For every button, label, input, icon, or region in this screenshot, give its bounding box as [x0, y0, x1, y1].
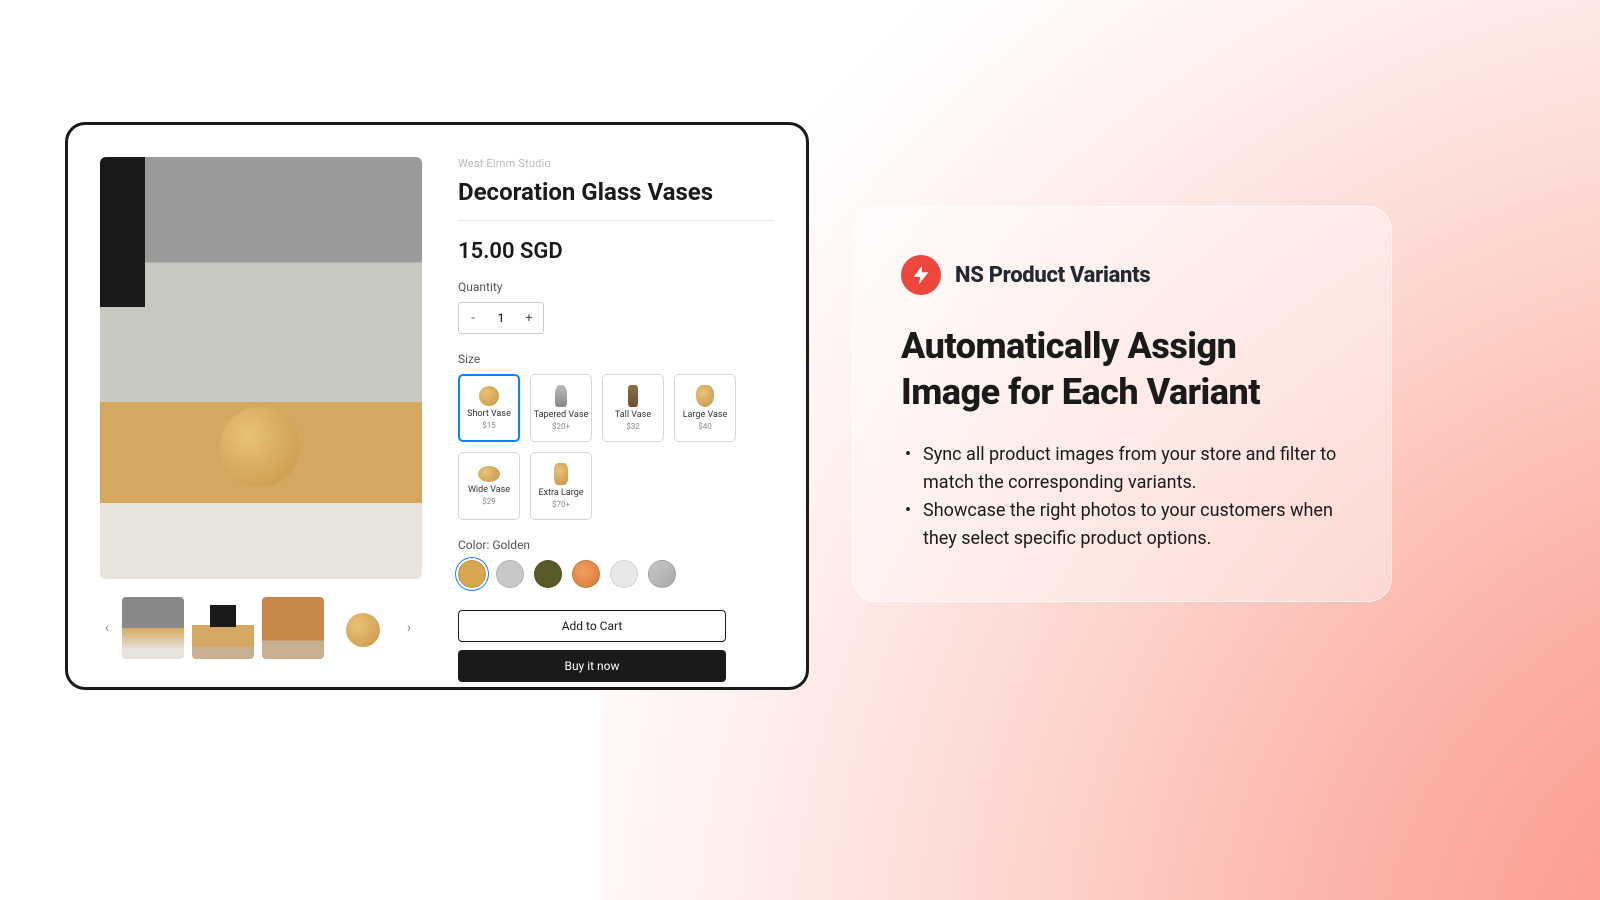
size-price: $29 — [482, 497, 496, 506]
vase-icon — [479, 386, 499, 406]
ns-logo-icon — [901, 255, 941, 295]
size-option-tall-vase[interactable]: Tall Vase $32 — [602, 374, 664, 442]
size-price: $32 — [626, 422, 640, 431]
feature-brand-name: NS Product Variants — [955, 263, 1150, 288]
size-option-extra-large[interactable]: Extra Large $70+ — [530, 452, 592, 520]
feature-bullet: Showcase the right photos to your custom… — [901, 497, 1343, 553]
vase-icon — [696, 385, 714, 407]
size-name: Tall Vase — [615, 411, 651, 421]
size-name: Short Vase — [467, 410, 511, 420]
product-gallery: ‹ › — [100, 157, 422, 655]
product-page-mockup: ‹ › West Elmm Studio Decoration Glass Va… — [65, 122, 809, 690]
product-details: West Elmm Studio Decoration Glass Vases … — [458, 157, 774, 655]
product-main-image[interactable] — [100, 157, 422, 579]
size-price: $40 — [698, 422, 712, 431]
feature-bullet: Sync all product images from your store … — [901, 441, 1343, 497]
add-to-cart-button[interactable]: Add to Cart — [458, 610, 726, 642]
feature-callout-card: NS Product Variants Automatically Assign… — [852, 206, 1392, 602]
size-option-large-vase[interactable]: Large Vase $40 — [674, 374, 736, 442]
product-title: Decoration Glass Vases — [458, 178, 774, 206]
color-swatch-olive[interactable] — [534, 560, 562, 588]
vase-icon — [478, 466, 500, 482]
size-price: $70+ — [552, 500, 570, 509]
size-name: Extra Large — [538, 489, 583, 499]
size-name: Tapered Vase — [534, 411, 588, 421]
feature-header: NS Product Variants — [901, 255, 1343, 295]
color-label: Color: Golden — [458, 538, 774, 552]
size-price: $20+ — [552, 422, 570, 431]
vase-icon — [555, 385, 567, 407]
color-swatches — [458, 560, 774, 588]
feature-title: Automatically Assign Image for Each Vari… — [901, 323, 1343, 415]
feature-bullet-list: Sync all product images from your store … — [901, 441, 1343, 553]
size-name: Large Vase — [683, 411, 728, 421]
color-swatch-white[interactable] — [610, 560, 638, 588]
vase-icon — [628, 385, 638, 407]
size-options: Short Vase $15 Tapered Vase $20+ Tall Va… — [458, 374, 774, 520]
color-swatch-steel[interactable] — [648, 560, 676, 588]
size-option-wide-vase[interactable]: Wide Vase $29 — [458, 452, 520, 520]
color-swatch-copper[interactable] — [572, 560, 600, 588]
color-swatch-golden[interactable] — [458, 560, 486, 588]
thumbnail-4[interactable] — [332, 597, 394, 659]
chevron-right-icon[interactable]: › — [402, 621, 416, 635]
color-swatch-silver[interactable] — [496, 560, 524, 588]
size-label: Size — [458, 352, 774, 366]
chevron-left-icon[interactable]: ‹ — [100, 621, 114, 635]
thumbnail-1[interactable] — [122, 597, 184, 659]
size-option-short-vase[interactable]: Short Vase $15 — [458, 374, 520, 442]
thumbnail-3[interactable] — [262, 597, 324, 659]
quantity-decrease-button[interactable]: - — [459, 303, 487, 333]
product-brand: West Elmm Studio — [458, 157, 774, 170]
quantity-label: Quantity — [458, 280, 774, 294]
quantity-stepper: - 1 + — [458, 302, 544, 334]
divider — [458, 220, 774, 221]
product-price: 15.00 SGD — [458, 239, 774, 264]
size-name: Wide Vase — [468, 486, 510, 496]
thumbnail-carousel: ‹ › — [100, 597, 422, 659]
quantity-increase-button[interactable]: + — [515, 303, 543, 333]
size-option-tapered-vase[interactable]: Tapered Vase $20+ — [530, 374, 592, 442]
buy-it-now-button[interactable]: Buy it now — [458, 650, 726, 682]
quantity-value: 1 — [487, 303, 515, 333]
thumbnail-2[interactable] — [192, 597, 254, 659]
size-price: $15 — [482, 421, 496, 430]
vase-icon — [554, 463, 568, 485]
